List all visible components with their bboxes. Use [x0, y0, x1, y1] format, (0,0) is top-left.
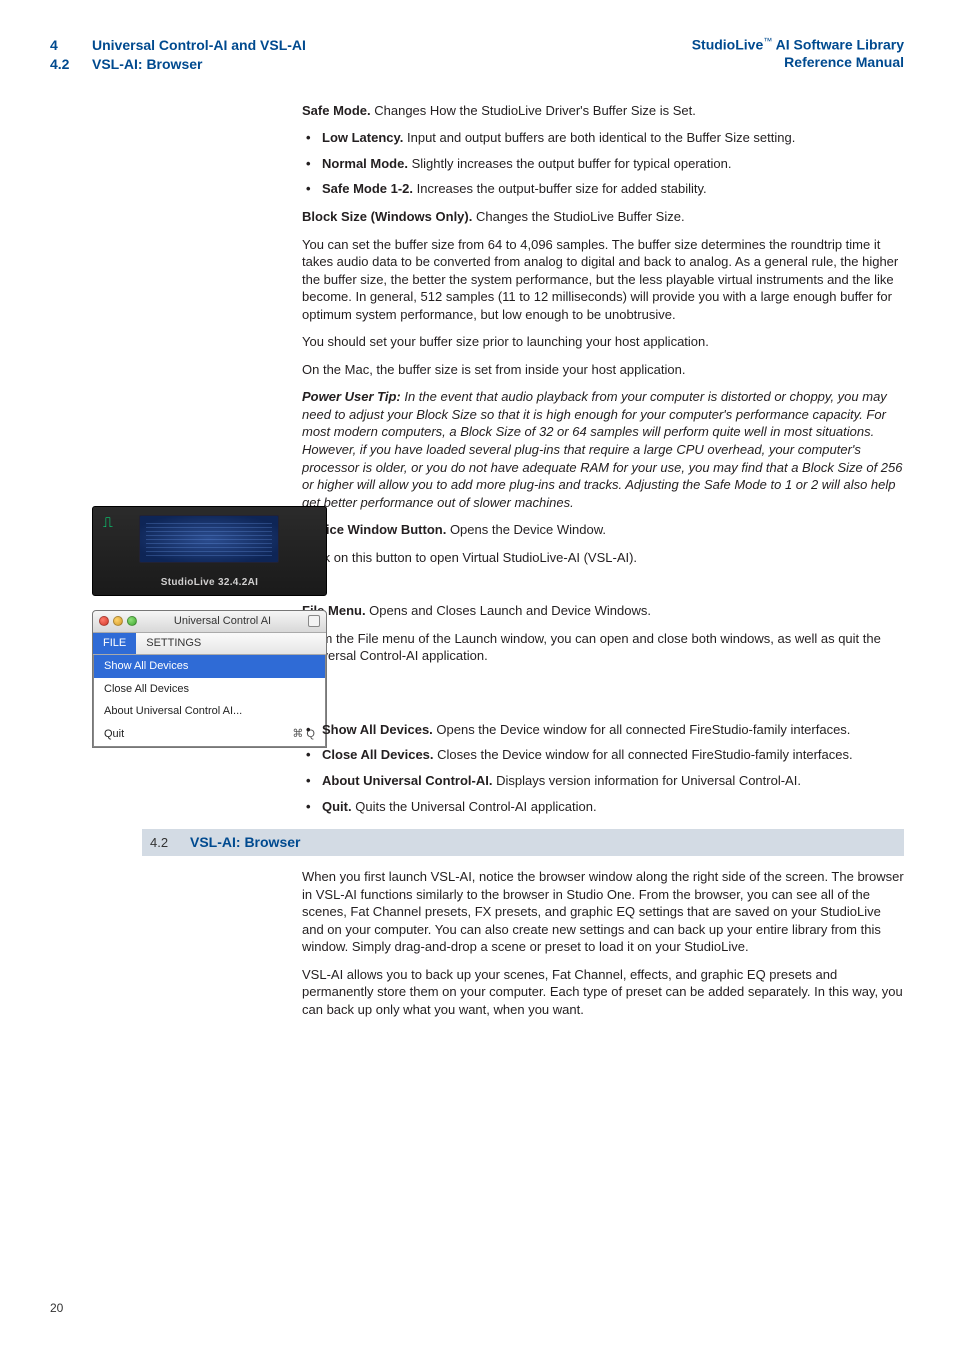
menu-item-label: Quit: [104, 727, 124, 742]
status-led-icon: ⎍: [103, 513, 113, 532]
section-42-p2: VSL-AI allows you to back up your scenes…: [302, 966, 904, 1019]
book-title-2: AI Software Library: [772, 37, 904, 53]
section-42-p1: When you first launch VSL-AI, notice the…: [302, 868, 904, 956]
file-menu-items-list: Show All Devices. Opens the Device windo…: [302, 721, 904, 815]
resize-icon[interactable]: [308, 615, 320, 627]
menu-item-about[interactable]: About Universal Control AI...: [94, 700, 325, 723]
file-menu-p: From the File menu of the Launch window,…: [302, 630, 904, 665]
menu-item-close-all[interactable]: Close All Devices: [94, 678, 325, 701]
chapter-number: 4: [50, 36, 92, 55]
window-title: Universal Control AI: [143, 614, 302, 629]
menu-file[interactable]: FILE: [93, 633, 136, 654]
menubar: FILE SETTINGS: [93, 633, 326, 655]
power-user-tip: Power User Tip: In the event that audio …: [302, 388, 904, 511]
bullet-text: Opens the Device window for all connecte…: [433, 722, 851, 737]
list-item: About Universal Control-AI. Displays ver…: [302, 772, 904, 790]
device-window-heading: Device Window Button. Opens the Device W…: [302, 521, 904, 539]
block-size-heading: Block Size (Windows Only). Changes the S…: [302, 208, 904, 226]
file-dropdown: Show All Devices Close All Devices About…: [93, 655, 326, 747]
bullet-text: Increases the output-buffer size for add…: [413, 181, 707, 196]
bullet-bold: About Universal Control-AI.: [322, 773, 492, 788]
power-tip-text: In the event that audio playback from yo…: [302, 389, 903, 509]
page-header: 4Universal Control-AI and VSL-AI 4.2VSL-…: [50, 36, 904, 74]
close-icon[interactable]: [99, 616, 109, 626]
book-subtitle: Reference Manual: [692, 54, 904, 72]
safe-mode-list: Low Latency. Input and output buffers ar…: [302, 129, 904, 198]
figure-file-menu: Universal Control AI FILE SETTINGS Show …: [92, 610, 327, 748]
bullet-bold: Show All Devices.: [322, 722, 433, 737]
file-menu-heading: File Menu. Opens and Closes Launch and D…: [302, 602, 904, 620]
section-42-title: VSL-AI: Browser: [190, 833, 300, 852]
menu-item-label: Close All Devices: [104, 682, 189, 697]
menu-settings[interactable]: SETTINGS: [136, 633, 211, 654]
bullet-text: Closes the Device window for all connect…: [434, 747, 853, 762]
file-menu-heading-text: Opens and Closes Launch and Device Windo…: [366, 603, 651, 618]
device-window-p: Click on this button to open Virtual Stu…: [302, 549, 904, 567]
block-size-p1: You can set the buffer size from 64 to 4…: [302, 236, 904, 324]
section-title: VSL-AI: Browser: [92, 55, 202, 74]
minimize-icon[interactable]: [113, 616, 123, 626]
bullet-bold: Normal Mode.: [322, 156, 408, 171]
device-window-button[interactable]: ⎍ StudioLive 32.4.2AI: [92, 506, 327, 596]
header-right: StudioLive™ AI Software Library Referenc…: [692, 36, 904, 74]
bullet-bold: Low Latency.: [322, 130, 403, 145]
bullet-bold: Safe Mode 1-2.: [322, 181, 413, 196]
section-number: 4.2: [50, 55, 92, 74]
zoom-icon[interactable]: [127, 616, 137, 626]
device-label: StudioLive 32.4.2AI: [93, 576, 326, 590]
menu-item-label: Show All Devices: [104, 659, 188, 674]
section-heading-bar: 4.2 VSL-AI: Browser: [142, 829, 904, 856]
header-left: 4Universal Control-AI and VSL-AI 4.2VSL-…: [50, 36, 306, 74]
device-window-heading-text: Opens the Device Window.: [446, 522, 606, 537]
trademark-icon: ™: [763, 36, 772, 46]
menu-item-show-all[interactable]: Show All Devices: [94, 655, 325, 678]
bullet-text: Slightly increases the output buffer for…: [408, 156, 732, 171]
chapter-title: Universal Control-AI and VSL-AI: [92, 36, 306, 55]
bullet-bold: Close All Devices.: [322, 747, 434, 762]
bullet-bold: Quit.: [322, 799, 352, 814]
safe-mode-heading-bold: Safe Mode.: [302, 103, 371, 118]
power-tip-lead: Power User Tip:: [302, 389, 401, 404]
list-item: Safe Mode 1-2. Increases the output-buff…: [302, 180, 904, 198]
menu-item-quit[interactable]: Quit⌘ Q: [94, 723, 325, 746]
list-item: Show All Devices. Opens the Device windo…: [302, 721, 904, 739]
device-screen-icon: [139, 515, 279, 563]
list-item: Low Latency. Input and output buffers ar…: [302, 129, 904, 147]
figure-device-window: ⎍ StudioLive 32.4.2AI: [92, 506, 327, 596]
list-item: Quit. Quits the Universal Control-AI app…: [302, 798, 904, 816]
list-item: Normal Mode. Slightly increases the outp…: [302, 155, 904, 173]
safe-mode-heading-text: Changes How the StudioLive Driver's Buff…: [371, 103, 696, 118]
block-size-p2: You should set your buffer size prior to…: [302, 333, 904, 351]
window-titlebar: Universal Control AI: [93, 611, 326, 633]
page-number: 20: [50, 1300, 63, 1316]
book-title-1: StudioLive: [692, 37, 764, 53]
bullet-text: Displays version information for Univers…: [492, 773, 801, 788]
list-item: Close All Devices. Closes the Device win…: [302, 746, 904, 764]
bullet-text: Quits the Universal Control-AI applicati…: [352, 799, 597, 814]
bullet-text: Input and output buffers are both identi…: [403, 130, 795, 145]
block-size-heading-text: Changes the StudioLive Buffer Size.: [472, 209, 684, 224]
menu-item-label: About Universal Control AI...: [104, 704, 242, 719]
block-size-p3: On the Mac, the buffer size is set from …: [302, 361, 904, 379]
block-size-heading-bold: Block Size (Windows Only).: [302, 209, 472, 224]
section-42-number: 4.2: [150, 834, 190, 852]
safe-mode-heading: Safe Mode. Changes How the StudioLive Dr…: [302, 102, 904, 120]
